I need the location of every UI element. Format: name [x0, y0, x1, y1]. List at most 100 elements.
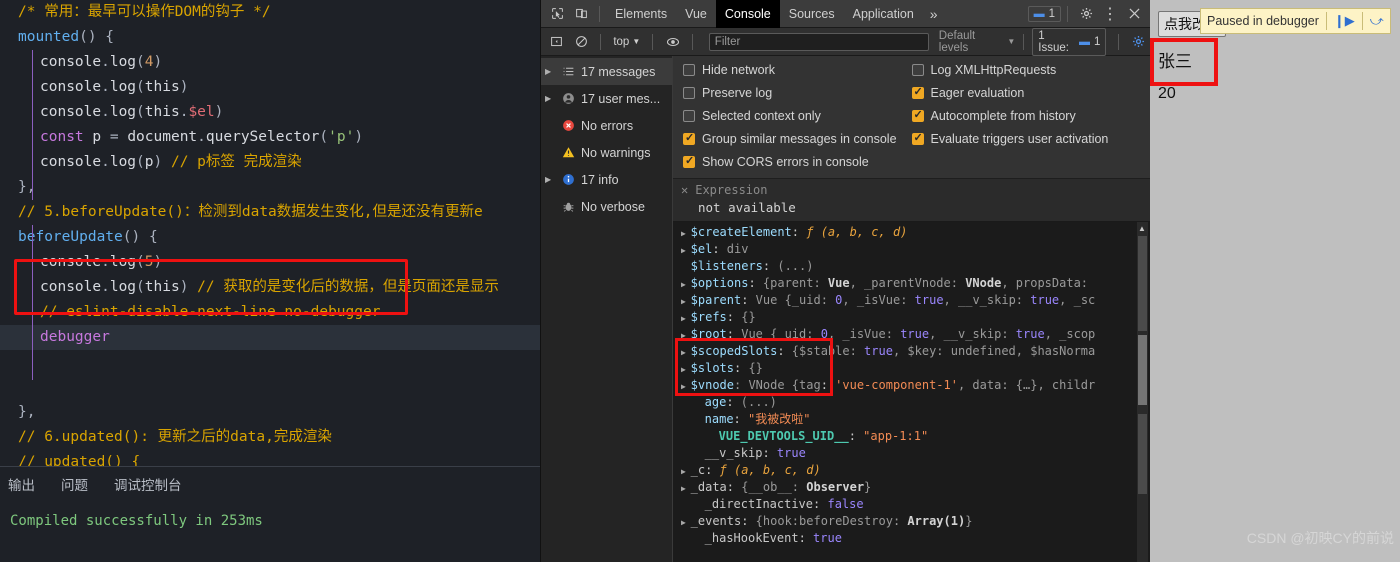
expand-arrow-icon[interactable]: ▶ — [545, 67, 555, 76]
object-property-row[interactable]: ▶ _c: ƒ (a, b, c, d) — [673, 462, 1150, 479]
object-property-row[interactable]: VUE_DEVTOOLS_UID__: "app-1:1" — [673, 428, 1150, 445]
step-over-icon[interactable]: ⤻ — [1370, 13, 1384, 29]
checkbox-icon[interactable] — [911, 131, 924, 145]
live-expression-panel: ✕ Expression not available — [673, 179, 1150, 222]
object-property-row[interactable]: ▶ $createElement: ƒ (a, b, c, d) — [673, 224, 1150, 241]
checkbox-icon[interactable] — [683, 87, 695, 99]
expand-arrow-icon[interactable]: ▶ — [545, 175, 555, 184]
device-toolbar-icon[interactable] — [569, 3, 593, 25]
terminal-tabs[interactable]: 输出 问题 调试控制台 — [0, 467, 540, 501]
devtools-tab-console[interactable]: Console — [715, 0, 780, 28]
console-setting-row[interactable]: Log XMLHttpRequests — [911, 63, 1141, 77]
sidebar-toggle-icon[interactable] — [545, 31, 568, 53]
console-setting-row[interactable]: Preserve log — [683, 86, 912, 100]
console-setting-row[interactable]: Selected context only — [683, 109, 912, 123]
kebab-menu-icon[interactable]: ⋮ — [1098, 3, 1122, 25]
console-filter-input[interactable] — [708, 32, 929, 51]
sidebar-item-1[interactable]: ▶ 17 user mes... — [541, 85, 672, 112]
object-property-row[interactable]: ▶ $refs: {} — [673, 309, 1150, 326]
object-property-row[interactable]: ▶ $scopedSlots: {$stable: true, $key: un… — [673, 343, 1150, 360]
log-levels-selector[interactable]: Default levels ▼ — [939, 30, 1016, 54]
expand-arrow-icon[interactable]: ▶ — [681, 382, 691, 391]
expand-arrow-icon[interactable]: ▶ — [681, 348, 691, 357]
checkbox-icon[interactable] — [683, 154, 695, 168]
console-setting-row[interactable]: Eager evaluation — [911, 85, 1141, 100]
inspect-cursor-icon[interactable] — [545, 3, 569, 25]
code-token: ( — [136, 154, 145, 170]
issues-bar-button[interactable]: 1 Issue: ▬ 1 — [1032, 27, 1107, 56]
context-selector[interactable]: top ▼ — [609, 36, 644, 48]
devtools-tab-application[interactable]: Application — [844, 0, 923, 28]
expand-arrow-icon[interactable]: ▶ — [681, 297, 691, 306]
scrollbar-thumb[interactable] — [1138, 414, 1147, 494]
expand-arrow-icon[interactable]: ▶ — [681, 484, 691, 493]
issues-counter-button[interactable]: ▬ 1 — [1027, 5, 1061, 22]
checkbox-icon[interactable] — [911, 85, 924, 99]
code-token: console — [40, 154, 102, 170]
devtools-tab-elements[interactable]: Elements — [606, 0, 676, 28]
close-icon[interactable] — [1122, 3, 1146, 25]
checkbox-icon[interactable] — [683, 64, 695, 76]
close-icon[interactable]: ✕ — [681, 183, 688, 197]
sidebar-item-3[interactable]: No warnings — [541, 139, 672, 166]
checkbox-icon[interactable] — [683, 110, 695, 122]
devtools-tab-sources[interactable]: Sources — [780, 0, 844, 28]
object-property-row[interactable]: ▶ $parent: Vue {_uid: 0, _isVue: true, _… — [673, 292, 1150, 309]
console-setting-row[interactable]: Group similar messages in console — [683, 131, 912, 146]
object-property-row[interactable]: age: (...) — [673, 394, 1150, 411]
object-property-row[interactable]: ▶ $vnode: VNode {tag: 'vue-component-1',… — [673, 377, 1150, 394]
property-token: : — [813, 497, 828, 511]
scrollbar-thumb[interactable] — [1138, 236, 1147, 331]
console-setting-row[interactable]: Autocomplete from history — [911, 108, 1141, 123]
more-tabs-icon[interactable]: » — [923, 6, 945, 22]
property-token: 'vue-component-1' — [835, 378, 958, 392]
object-property-row[interactable]: ▶ _events: {hook:beforeDestroy: Array(1)… — [673, 513, 1150, 530]
console-output[interactable]: ▶ $createElement: ƒ (a, b, c, d) ▶ $el: d… — [673, 222, 1150, 562]
object-property-row[interactable]: ▶ $root: Vue {_uid: 0, _isVue: true, __v… — [673, 326, 1150, 343]
scrollbar-thumb[interactable] — [1138, 335, 1147, 405]
object-property-row[interactable]: __v_skip: true — [673, 445, 1150, 462]
expand-arrow-icon[interactable]: ▶ — [681, 246, 691, 255]
terminal-tab[interactable]: 输出 — [8, 474, 35, 494]
console-setting-row[interactable]: Hide network — [683, 63, 912, 77]
live-expression-icon[interactable] — [661, 31, 684, 53]
checkbox-icon[interactable] — [911, 108, 924, 122]
console-scrollbar[interactable]: ▲ — [1137, 222, 1148, 562]
sidebar-item-4[interactable]: ▶ 17 info — [541, 166, 672, 193]
resume-script-icon[interactable]: ❙▶ — [1334, 13, 1355, 29]
gear-icon[interactable] — [1074, 3, 1098, 25]
expand-arrow-icon[interactable]: ▶ — [681, 365, 691, 374]
object-property-row[interactable]: _directInactive: false — [673, 496, 1150, 513]
checkbox-icon[interactable] — [911, 64, 924, 76]
code-text-area[interactable]: /* 常用：最早可以操作DOM的钩子 */mounted() {console.… — [0, 0, 540, 466]
expand-arrow-icon[interactable]: ▶ — [681, 331, 691, 340]
object-property-row[interactable]: ▶ $options: {parent: Vue, _parentVnode: … — [673, 275, 1150, 292]
console-settings-gear-icon[interactable] — [1127, 31, 1150, 53]
expand-arrow-icon[interactable]: ▶ — [545, 94, 555, 103]
object-property-row[interactable]: $listeners: (...) — [673, 258, 1150, 275]
code-token: querySelector — [205, 129, 320, 145]
object-property-row[interactable]: name: "我被改啦" — [673, 411, 1150, 428]
code-token: . — [101, 54, 110, 70]
terminal-tab[interactable]: 问题 — [61, 474, 88, 494]
clear-console-icon[interactable] — [570, 31, 593, 53]
object-property-row[interactable]: ▶ _data: {__ob__: Observer} — [673, 479, 1150, 496]
devtools-tab-vue[interactable]: Vue — [676, 0, 716, 28]
console-setting-row[interactable]: Evaluate triggers user activation — [911, 131, 1141, 146]
object-property-row[interactable]: ▶ $slots: {} — [673, 360, 1150, 377]
terminal-tab[interactable]: 调试控制台 — [114, 474, 182, 494]
sidebar-item-2[interactable]: No errors — [541, 112, 672, 139]
expand-arrow-icon[interactable]: ▶ — [681, 467, 691, 476]
checkbox-icon[interactable] — [683, 131, 695, 145]
expand-arrow-icon[interactable]: ▶ — [681, 518, 691, 527]
expand-arrow-icon[interactable]: ▶ — [681, 280, 691, 289]
expand-arrow-icon[interactable]: ▶ — [681, 229, 691, 238]
expand-arrow-icon[interactable]: ▶ — [681, 314, 691, 323]
sidebar-item-0[interactable]: ▶ 17 messages — [541, 58, 672, 85]
object-property-row[interactable]: ▶ $el: div — [673, 241, 1150, 258]
sidebar-item-5[interactable]: No verbose — [541, 193, 672, 220]
console-setting-row[interactable]: Show CORS errors in console — [683, 154, 912, 169]
scroll-up-icon[interactable]: ▲ — [1138, 224, 1146, 233]
object-property-row[interactable]: _hasHookEvent: true — [673, 530, 1150, 547]
code-line: console.log(this) — [0, 75, 540, 100]
